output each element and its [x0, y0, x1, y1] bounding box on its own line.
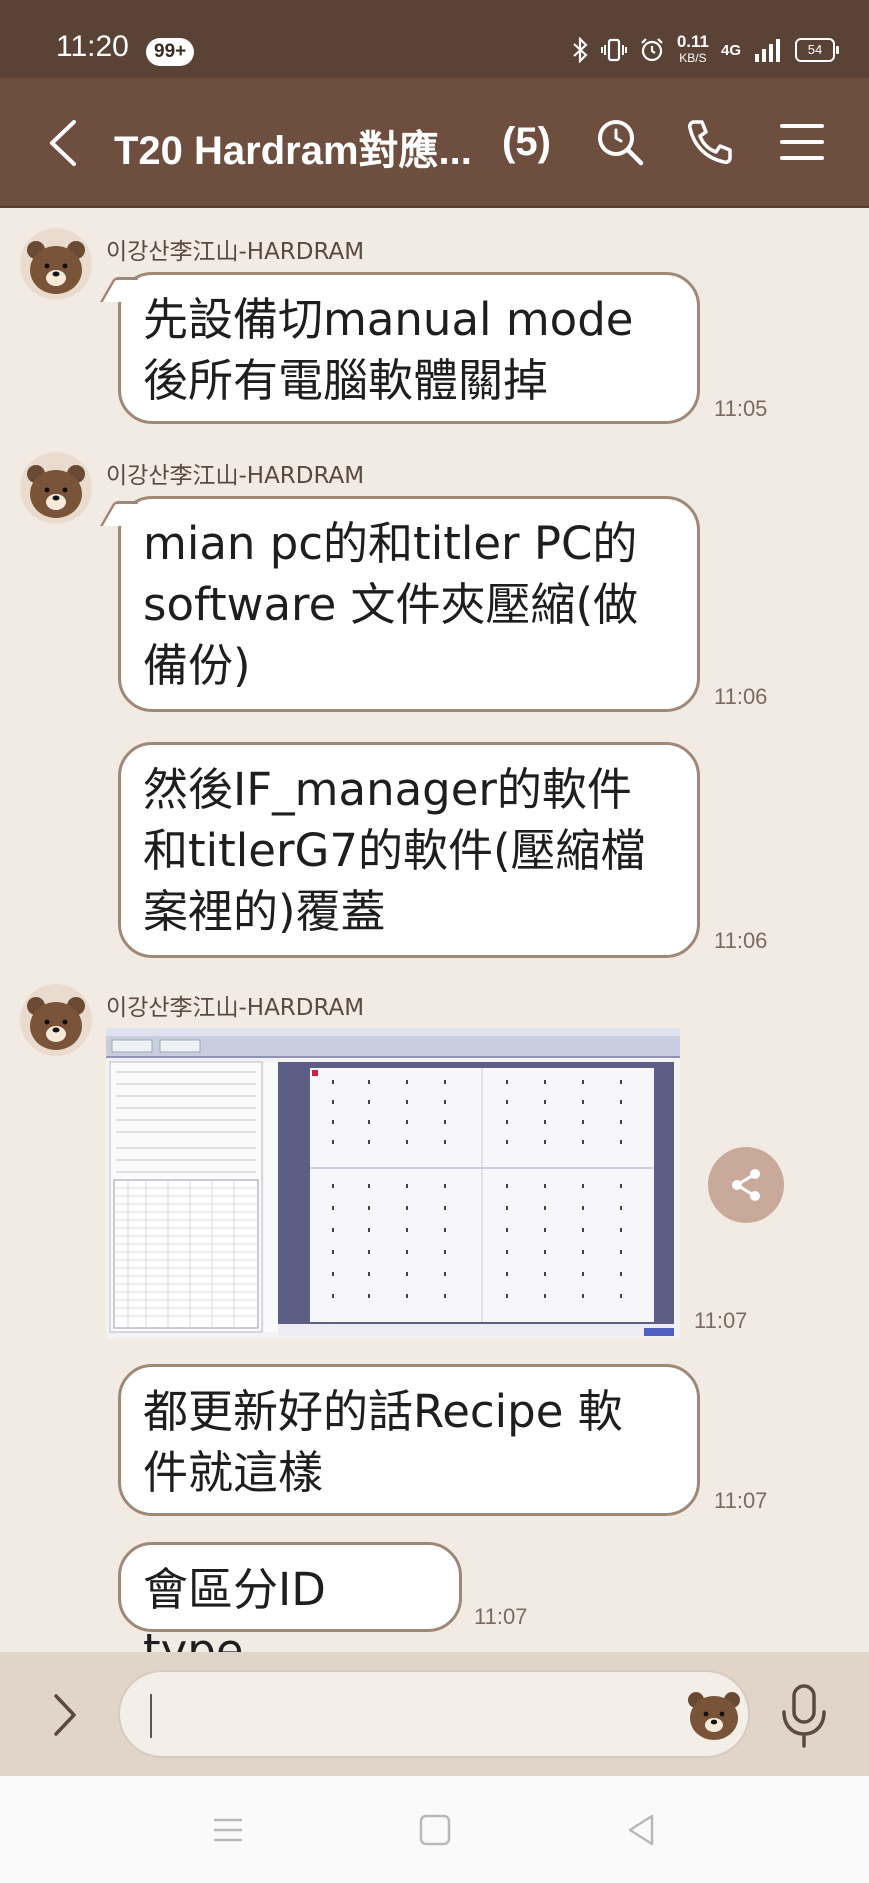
- sticker-icon[interactable]: [682, 1682, 746, 1746]
- network-speed: 0.11 KB/S: [676, 32, 709, 66]
- message-input-bar: [0, 1652, 869, 1776]
- message-time: 11:07: [474, 1604, 528, 1629]
- bear-icon: [27, 241, 85, 294]
- menu-icon[interactable]: [776, 116, 828, 168]
- text-cursor: [150, 1694, 152, 1738]
- battery-level: 54: [795, 38, 839, 62]
- message-input[interactable]: [118, 1670, 750, 1758]
- speed-value: 0.11: [676, 32, 709, 51]
- screenshot-thumbnail: [106, 1028, 680, 1338]
- avatar[interactable]: [20, 452, 92, 524]
- message-time: 11:07: [694, 1308, 748, 1333]
- member-count: (5): [502, 120, 551, 164]
- message-bubble[interactable]: 會區分ID type: [118, 1542, 462, 1677]
- share-icon: [732, 1169, 760, 1201]
- signal-icon: [755, 39, 780, 62]
- recent-apps-icon[interactable]: [208, 1812, 248, 1848]
- message-bubble[interactable]: 先設備切manual mode 後所有電腦軟體關掉: [118, 272, 700, 424]
- status-bar: 11:20 99+ 0.11 KB/S 4G 54: [0, 0, 869, 78]
- status-icons: 0.11 KB/S 4G 54: [571, 32, 839, 66]
- bluetooth-icon: [573, 37, 588, 63]
- sender-name: 이강산李江山-HARDRAM: [106, 463, 365, 489]
- bear-icon: [27, 997, 85, 1050]
- chat-title[interactable]: T20 Hardram對應...: [114, 118, 472, 176]
- microphone-icon[interactable]: [778, 1682, 830, 1750]
- back-arrow-icon[interactable]: [44, 118, 84, 168]
- network-type: 4G: [720, 41, 741, 59]
- speed-unit: KB/S: [679, 51, 707, 65]
- message-time: 11:06: [714, 928, 768, 953]
- search-icon[interactable]: [594, 116, 646, 168]
- back-triangle-icon[interactable]: [622, 1812, 662, 1848]
- chevron-right-icon[interactable]: [44, 1690, 84, 1740]
- avatar[interactable]: [20, 984, 92, 1056]
- message-time: 11:06: [714, 684, 768, 709]
- message-time: 11:07: [714, 1488, 768, 1513]
- share-button[interactable]: [708, 1147, 784, 1223]
- home-icon[interactable]: [414, 1812, 454, 1848]
- chat-header: T20 Hardram對應... (5): [0, 78, 869, 208]
- vibrate-icon: [600, 38, 627, 62]
- status-time: 11:20: [56, 30, 129, 63]
- avatar[interactable]: [20, 228, 92, 300]
- message-bubble[interactable]: 然後IF_manager的軟件 和titlerG7的軟件(壓縮檔 案裡的)覆蓋: [118, 742, 700, 958]
- chat-messages[interactable]: 이강산李江山-HARDRAM 先設備切manual mode 後所有電腦軟體關掉…: [0, 206, 869, 1677]
- system-navigation-bar: [0, 1776, 869, 1883]
- phone-icon[interactable]: [684, 116, 736, 168]
- message-time: 11:05: [714, 396, 768, 421]
- sender-name: 이강산李江山-HARDRAM: [106, 995, 365, 1021]
- notification-badge: 99+: [146, 38, 195, 66]
- bear-icon: [27, 465, 85, 518]
- image-message[interactable]: [106, 1028, 680, 1338]
- sender-name: 이강산李江山-HARDRAM: [106, 239, 365, 265]
- alarm-icon: [641, 38, 663, 62]
- message-bubble[interactable]: 都更新好的話Recipe 軟 件就這樣: [118, 1364, 700, 1516]
- message-bubble[interactable]: mian pc的和titler PC的 software 文件夾壓縮(做 備份): [118, 496, 700, 712]
